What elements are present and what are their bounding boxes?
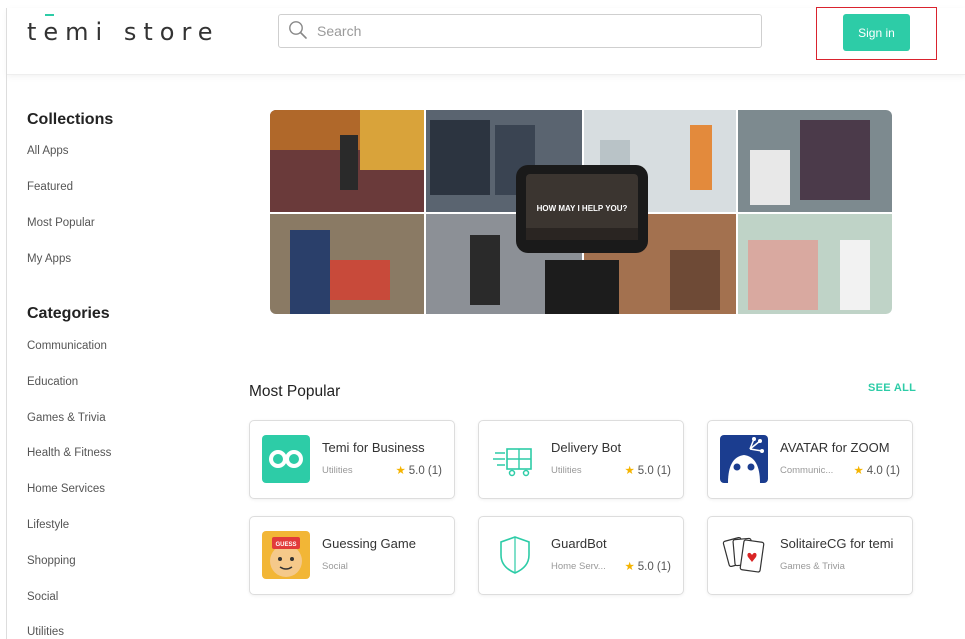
sidebar-item-lifestyle[interactable]: Lifestyle xyxy=(27,519,69,531)
sidebar-item-all-apps[interactable]: All Apps xyxy=(27,145,69,157)
avatar-robot-icon xyxy=(720,435,768,483)
most-popular-title: Most Popular xyxy=(249,383,341,400)
sidebar-item-education[interactable]: Education xyxy=(27,376,78,388)
app-card-guardbot[interactable]: GuardBot Home Serv... ★ 5.0 (1) xyxy=(478,516,684,595)
app-name: Delivery Bot xyxy=(551,440,622,455)
app-card-solitairecg[interactable]: SolitaireCG for temi Games & Trivia xyxy=(707,516,913,595)
sidebar-item-health-fitness[interactable]: Health & Fitness xyxy=(27,447,111,459)
guess-face-icon: GUESS xyxy=(262,531,310,579)
sidebar-item-social[interactable]: Social xyxy=(27,591,58,603)
hero-banner[interactable]: HOW MAY I HELP YOU? xyxy=(270,110,892,314)
shield-icon xyxy=(491,531,539,579)
playing-cards-icon xyxy=(720,531,768,579)
star-icon: ★ xyxy=(624,561,635,573)
svg-text:GUESS: GUESS xyxy=(275,542,296,548)
app-rating: ★ 5.0 (1) xyxy=(395,463,442,477)
logo-accent-bar xyxy=(45,14,54,16)
app-rating: ★ 4.0 (1) xyxy=(853,463,900,477)
sidebar-item-featured[interactable]: Featured xyxy=(27,181,73,193)
window-left-border xyxy=(6,8,7,639)
app-name: AVATAR for ZOOM xyxy=(780,440,890,455)
star-icon: ★ xyxy=(624,465,635,477)
temi-eyes-icon xyxy=(262,435,310,483)
sidebar-item-home-services[interactable]: Home Services xyxy=(27,483,105,495)
sidebar-item-communication[interactable]: Communication xyxy=(27,340,107,352)
sidebar-item-games-trivia[interactable]: Games & Trivia xyxy=(27,412,106,424)
see-all-link[interactable]: SEE ALL xyxy=(868,382,916,394)
delivery-cart-icon xyxy=(491,435,539,483)
rating-value: 4.0 (1) xyxy=(866,465,900,477)
banner-collage-image: HOW MAY I HELP YOU? xyxy=(270,110,892,314)
collections-heading: Collections xyxy=(27,111,114,128)
star-icon: ★ xyxy=(853,465,864,477)
app-category: Communic... xyxy=(780,465,834,476)
app-name: GuardBot xyxy=(551,536,607,551)
app-category: Games & Trivia xyxy=(780,561,845,572)
search-box[interactable] xyxy=(278,14,762,48)
sidebar-item-my-apps[interactable]: My Apps xyxy=(27,253,71,265)
app-category: Social xyxy=(322,561,348,572)
banner-caption: HOW MAY I HELP YOU? xyxy=(537,204,628,213)
app-card-delivery-bot[interactable]: Delivery Bot Utilities ★ 5.0 (1) xyxy=(478,420,684,499)
app-category: Home Serv... xyxy=(551,561,606,572)
sidebar-item-shopping[interactable]: Shopping xyxy=(27,555,76,567)
app-name: SolitaireCG for temi xyxy=(780,536,894,551)
temi-store-logo[interactable]: temi store xyxy=(27,18,220,46)
search-input[interactable] xyxy=(315,20,739,42)
app-category: Utilities xyxy=(551,465,582,476)
rating-value: 5.0 (1) xyxy=(637,561,671,573)
categories-heading: Categories xyxy=(27,305,110,322)
app-name: Temi for Business xyxy=(322,440,425,455)
app-rating: ★ 5.0 (1) xyxy=(624,559,671,573)
sidebar-item-utilities[interactable]: Utilities xyxy=(27,626,64,638)
rating-value: 5.0 (1) xyxy=(408,465,442,477)
star-icon: ★ xyxy=(395,465,406,477)
search-icon xyxy=(289,21,307,39)
app-card-avatar-for-zoom[interactable]: AVATAR for ZOOM Communic... ★ 4.0 (1) xyxy=(707,420,913,499)
rating-value: 5.0 (1) xyxy=(637,465,671,477)
sidebar-item-most-popular[interactable]: Most Popular xyxy=(27,217,95,229)
app-card-temi-for-business[interactable]: Temi for Business Utilities ★ 5.0 (1) xyxy=(249,420,455,499)
app-rating: ★ 5.0 (1) xyxy=(624,463,671,477)
app-name: Guessing Game xyxy=(322,536,416,551)
app-card-guessing-game[interactable]: GUESS Guessing Game Social xyxy=(249,516,455,595)
sign-in-button[interactable]: Sign in xyxy=(843,14,910,51)
app-category: Utilities xyxy=(322,465,353,476)
